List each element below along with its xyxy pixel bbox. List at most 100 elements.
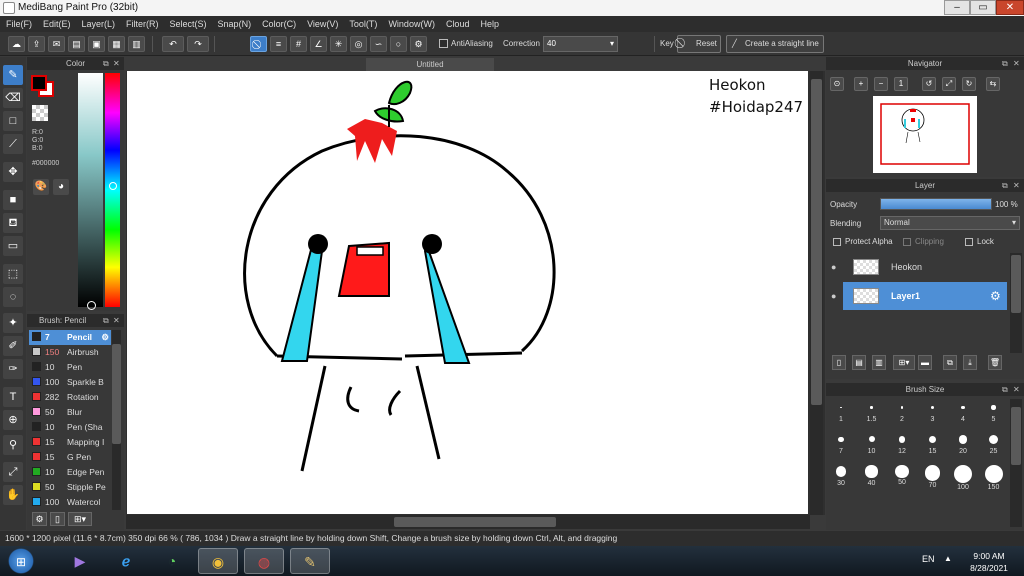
save-icon[interactable]: ▣: [88, 36, 105, 52]
redo-icon[interactable]: ↷: [187, 36, 209, 52]
create-straight-line-button[interactable]: ╱ Create a straight line: [726, 35, 824, 53]
fill-rect-tool-icon[interactable]: ■: [3, 190, 23, 210]
brush-item[interactable]: 150 Airbrush: [29, 345, 111, 360]
menu-cloud[interactable]: Cloud: [446, 19, 470, 29]
brush-settings-icon[interactable]: ⚙: [101, 330, 109, 345]
comment-icon[interactable]: ✉: [48, 36, 65, 52]
hand-tool-icon[interactable]: ✋: [3, 485, 23, 505]
popout-icon[interactable]: ⧉: [1002, 59, 1008, 69]
navigator-preview[interactable]: [873, 96, 977, 173]
brush-size-option[interactable]: 10: [857, 433, 887, 457]
duplicate-layer-icon[interactable]: ⧉: [943, 355, 957, 370]
protect-alpha-checkbox[interactable]: [833, 238, 841, 246]
magic-wand-tool-icon[interactable]: ✦: [3, 313, 23, 333]
popout-icon[interactable]: ⧉: [103, 316, 109, 326]
delete-layer-icon[interactable]: 🗑: [988, 355, 1002, 370]
gradient-tool-icon[interactable]: ▭: [3, 236, 23, 256]
brush-item[interactable]: 10 Pen (Sha: [29, 420, 111, 435]
panel-close-icon[interactable]: ✕: [113, 59, 120, 68]
brush-size-option[interactable]: 1.5: [857, 401, 887, 425]
add-brush-menu-icon[interactable]: ⊞▾: [68, 512, 92, 526]
minimize-button[interactable]: –: [944, 0, 970, 15]
taskbar-paint-icon[interactable]: ✎: [290, 548, 330, 574]
clipping-checkbox[interactable]: [903, 238, 911, 246]
foreground-color-swatch[interactable]: [31, 75, 47, 91]
menu-window[interactable]: Window(W): [388, 19, 435, 29]
folder-icon[interactable]: ▬: [918, 355, 932, 370]
language-indicator[interactable]: EN: [922, 554, 935, 564]
brush-item[interactable]: 282 Rotation: [29, 390, 111, 405]
menu-view[interactable]: View(V): [307, 19, 338, 29]
canvas-horizontal-scrollbar[interactable]: [126, 515, 810, 529]
brush-item[interactable]: 15 G Pen: [29, 450, 111, 465]
drawing-canvas[interactable]: Heokon #Hoidap247: [127, 71, 808, 514]
brush-size-option[interactable]: 50: [887, 465, 917, 489]
snap-curve-icon[interactable]: ∽: [370, 36, 387, 52]
brush-size-scrollbar[interactable]: [1010, 399, 1022, 527]
panel-icon[interactable]: ▥: [128, 36, 145, 52]
new-brush-icon[interactable]: ▯: [50, 512, 65, 526]
document-icon[interactable]: ▤: [68, 36, 85, 52]
brush-size-option[interactable]: 12: [887, 433, 917, 457]
zoom-actual-icon[interactable]: 1: [894, 77, 908, 91]
color-history-icon[interactable]: ◕: [53, 179, 69, 195]
correction-select[interactable]: 40 ▾: [543, 36, 618, 52]
rotate-left-icon[interactable]: ↺: [922, 77, 936, 91]
new-layer-1bit-icon[interactable]: ▥: [872, 355, 886, 370]
brush-size-option[interactable]: 70: [918, 465, 948, 489]
taskbar-internet-explorer-icon[interactable]: ℯ: [106, 548, 146, 574]
start-button[interactable]: ⊞: [4, 548, 38, 574]
fit-screen-icon[interactable]: ⤢: [942, 77, 956, 91]
merge-layer-icon[interactable]: ⤓: [963, 355, 977, 370]
brush-size-option[interactable]: 100: [948, 465, 978, 491]
brush-size-option[interactable]: 40: [857, 465, 887, 489]
layer-row-heokon[interactable]: ● Heokon: [826, 253, 1007, 281]
brush-size-option[interactable]: 3: [918, 401, 948, 425]
brush-item[interactable]: 50 Stipple Pe: [29, 480, 111, 495]
select-tool-icon[interactable]: ⬚: [3, 264, 23, 284]
tab-untitled[interactable]: Untitled: [366, 58, 494, 71]
layers-icon[interactable]: ▦: [108, 36, 125, 52]
text-tool-icon[interactable]: T: [3, 387, 23, 407]
layer-row-layer1[interactable]: Layer1 ⚙: [843, 282, 1007, 310]
popout-icon[interactable]: ⧉: [1002, 385, 1008, 395]
panel-close-icon[interactable]: ✕: [1013, 181, 1020, 190]
brush-item[interactable]: 10 Edge Pen: [29, 465, 111, 480]
popout-icon[interactable]: ⧉: [1002, 181, 1008, 191]
canvas-vertical-scrollbar[interactable]: [810, 71, 823, 515]
palette-icon[interactable]: 🎨: [33, 179, 49, 195]
bucket-tool-icon[interactable]: ⛾: [3, 213, 23, 233]
brush-settings-icon[interactable]: ⚙: [32, 512, 47, 526]
eyedropper-tool-icon[interactable]: ⚲: [3, 435, 23, 455]
panel-close-icon[interactable]: ✕: [1013, 59, 1020, 68]
layer-visibility-icon[interactable]: ●: [831, 282, 836, 310]
transparent-swatch[interactable]: [32, 105, 48, 121]
brush-item[interactable]: 10 Pen: [29, 360, 111, 375]
brush-item[interactable]: 50 Blur: [29, 405, 111, 420]
taskbar-coc-coc-icon[interactable]: ◔: [152, 548, 192, 574]
brush-list-scrollbar[interactable]: [112, 330, 121, 510]
snap-concentric-icon[interactable]: ◎: [350, 36, 367, 52]
snap-radial-icon[interactable]: ✳: [330, 36, 347, 52]
brush-size-option[interactable]: 25: [979, 433, 1009, 457]
move-tool-icon[interactable]: ✥: [3, 162, 23, 182]
hue-slider-handle[interactable]: [109, 182, 117, 190]
brush-item[interactable]: 15 Mapping I: [29, 435, 111, 450]
add-layer-menu-icon[interactable]: ⊞▾: [893, 355, 915, 370]
opacity-slider[interactable]: [880, 198, 992, 210]
brush-size-option[interactable]: 7: [826, 433, 856, 457]
lasso-tool-icon[interactable]: ◌: [3, 287, 23, 307]
zoom-out-icon[interactable]: −: [874, 77, 888, 91]
color-value-slider[interactable]: [78, 73, 103, 307]
close-button[interactable]: ✕: [996, 0, 1024, 15]
brush-item[interactable]: 100 Watercol: [29, 495, 111, 510]
select-pen-tool-icon[interactable]: ✐: [3, 336, 23, 356]
rotate-right-icon[interactable]: ↻: [962, 77, 976, 91]
brush-size-option[interactable]: 30: [826, 465, 856, 489]
taskbar-chrome-icon[interactable]: ◉: [198, 548, 238, 574]
panel-close-icon[interactable]: ✕: [113, 316, 120, 325]
snap-parallel-icon[interactable]: ≡: [270, 36, 287, 52]
new-layer-icon[interactable]: ▯: [832, 355, 846, 370]
layer-visibility-icon[interactable]: ●: [831, 253, 836, 281]
antialiasing-checkbox[interactable]: [439, 39, 448, 48]
